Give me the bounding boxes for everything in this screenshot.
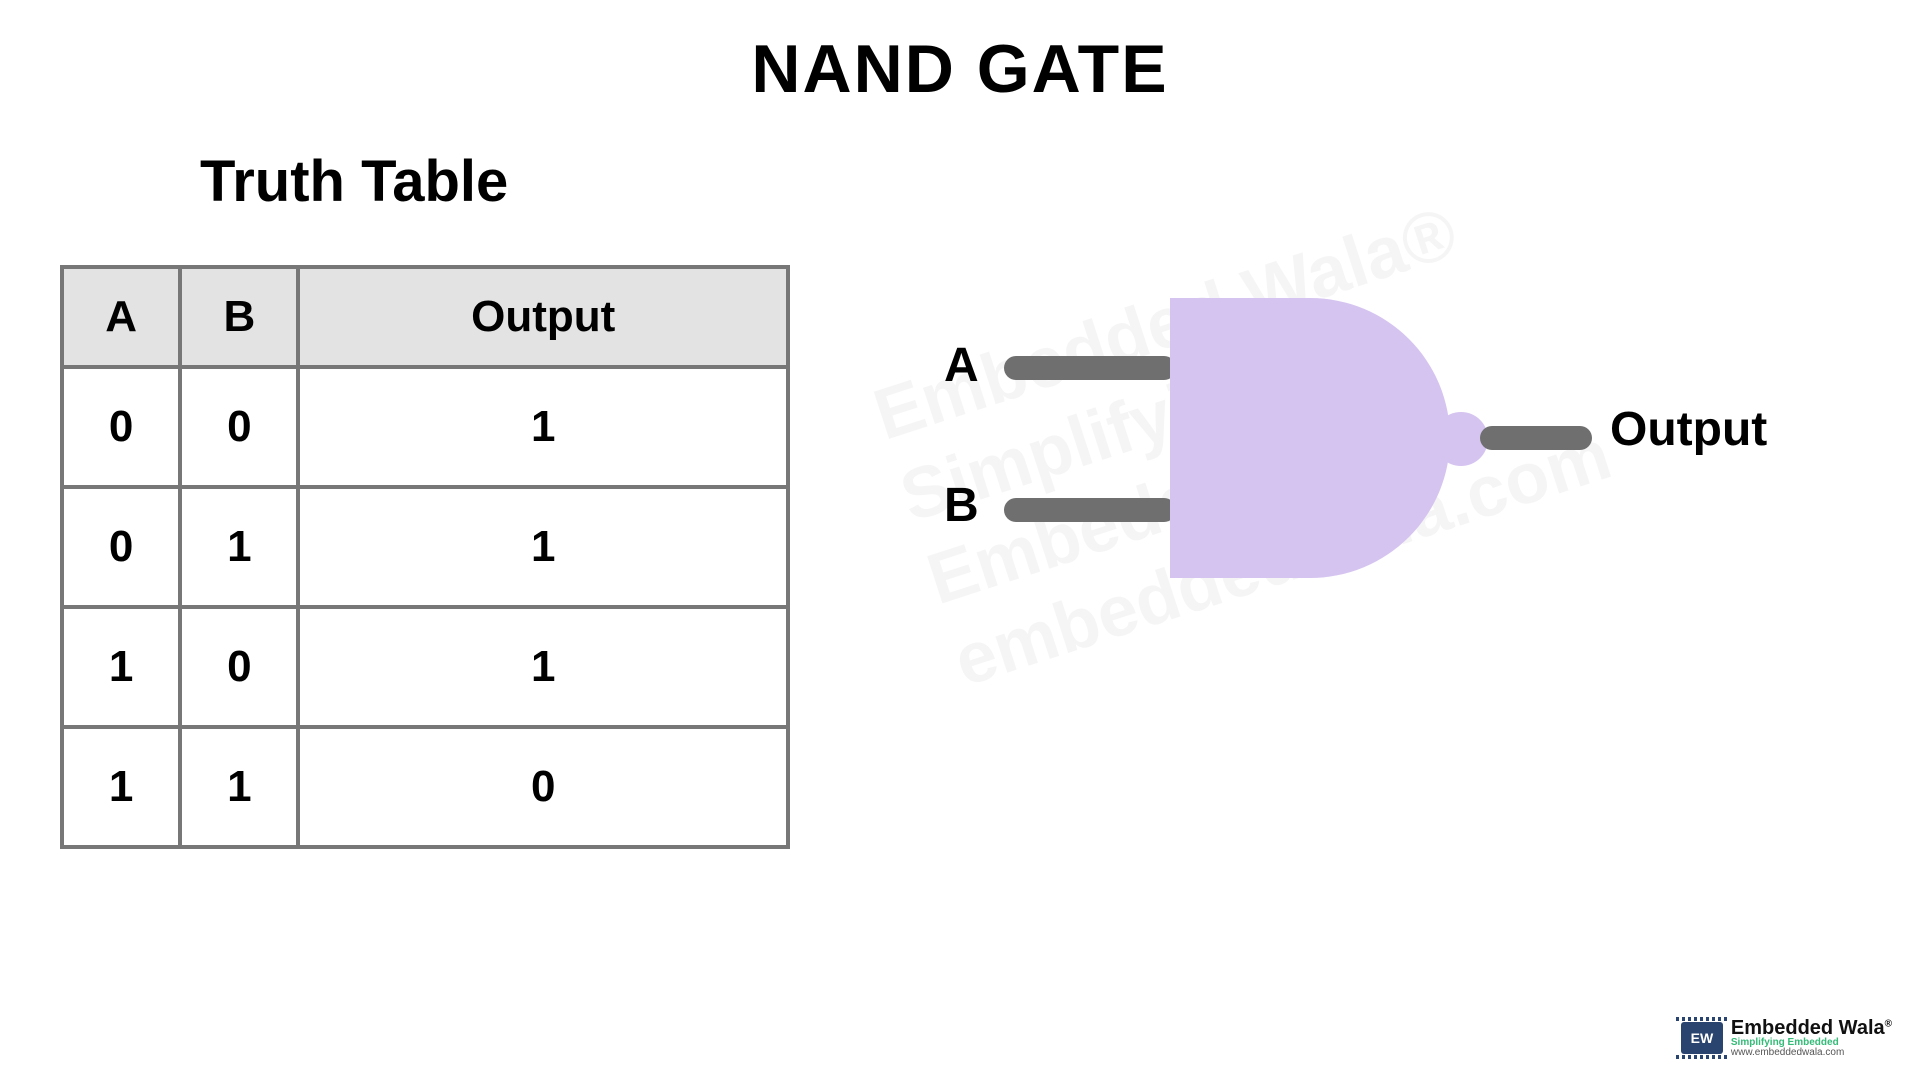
input-label-a: A [944, 338, 979, 393]
cell-out: 0 [298, 727, 788, 847]
table-row: 0 1 1 [62, 487, 788, 607]
input-wire-a [1004, 356, 1176, 380]
cell-a: 1 [62, 727, 180, 847]
col-header-a: A [62, 267, 180, 367]
gate-body-icon [1170, 298, 1450, 578]
page-title: NAND GATE [0, 0, 1920, 108]
brand-logo: EW Embedded Wala® Simplifying Embedded w… [1681, 1018, 1892, 1058]
cell-b: 0 [180, 607, 298, 727]
cell-b: 1 [180, 487, 298, 607]
cell-out: 1 [298, 487, 788, 607]
table-row: 1 0 1 [62, 607, 788, 727]
nand-gate-symbol: A B Output [960, 298, 1860, 598]
cell-b: 1 [180, 727, 298, 847]
table-row: 0 0 1 [62, 367, 788, 487]
col-header-b: B [180, 267, 298, 367]
output-wire [1480, 426, 1592, 450]
cell-a: 0 [62, 367, 180, 487]
truth-table-heading: Truth Table [200, 148, 840, 215]
cell-b: 0 [180, 367, 298, 487]
cell-out: 1 [298, 607, 788, 727]
truth-table: A B Output 0 0 1 0 1 1 1 0 [60, 265, 790, 849]
cell-a: 0 [62, 487, 180, 607]
table-row: 1 1 0 [62, 727, 788, 847]
table-header-row: A B Output [62, 267, 788, 367]
output-label: Output [1610, 402, 1767, 457]
col-header-output: Output [298, 267, 788, 367]
logo-name: Embedded Wala® [1731, 1018, 1892, 1038]
cell-out: 1 [298, 367, 788, 487]
logo-chip-icon: EW [1681, 1022, 1723, 1054]
cell-a: 1 [62, 607, 180, 727]
logo-url: www.embeddedwala.com [1731, 1048, 1892, 1058]
input-wire-b [1004, 498, 1176, 522]
input-label-b: B [944, 478, 979, 533]
